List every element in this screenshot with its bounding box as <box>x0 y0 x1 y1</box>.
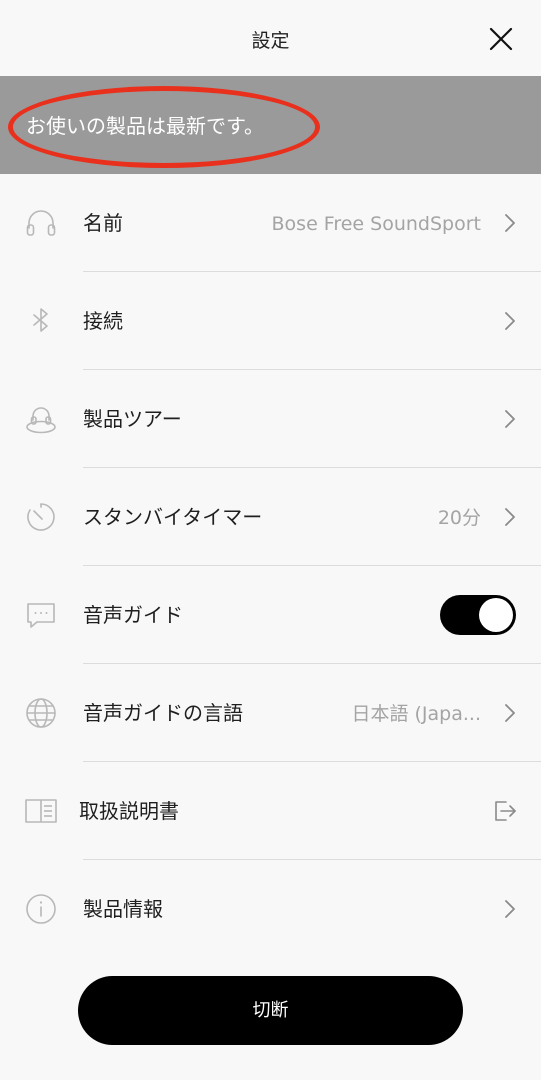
settings-row-label: 音声ガイドの言語 <box>83 701 243 725</box>
chevron-right-icon <box>505 508 515 526</box>
speech-bubble-icon <box>24 598 58 632</box>
settings-list: 名前 Bose Free SoundSport 接続 製品ツアー スタンバイタイ… <box>0 174 541 958</box>
close-icon <box>489 27 513 51</box>
settings-row-label: 取扱説明書 <box>79 799 179 823</box>
settings-row-standby-timer[interactable]: スタンバイタイマー 20分 <box>0 468 541 566</box>
settings-row-label: 製品情報 <box>83 897 163 921</box>
info-icon <box>24 892 58 926</box>
chevron-right-icon <box>505 214 515 232</box>
settings-row-label: スタンバイタイマー <box>83 505 263 529</box>
chevron-right-icon <box>505 704 515 722</box>
book-icon <box>24 794 58 828</box>
chevron-right-icon <box>505 900 515 918</box>
product-tour-icon <box>24 402 58 436</box>
settings-row-value: 日本語 (Japa... <box>351 703 481 725</box>
update-status-banner: お使いの製品は最新です。 <box>0 76 541 174</box>
settings-row-owners-guide[interactable]: 取扱説明書 <box>0 762 541 860</box>
header: 設定 <box>0 0 541 76</box>
settings-row-value: 20分 <box>437 507 481 529</box>
settings-row-voice-prompts: 音声ガイド <box>0 566 541 664</box>
page-title: 設定 <box>251 30 290 52</box>
timer-icon <box>24 500 58 534</box>
bluetooth-icon <box>24 304 58 338</box>
chevron-right-icon <box>505 312 515 330</box>
settings-row-product-tour[interactable]: 製品ツアー <box>0 370 541 468</box>
settings-row-label: 接続 <box>83 309 123 333</box>
settings-row-label: 名前 <box>83 211 123 235</box>
settings-row-product-info[interactable]: 製品情報 <box>0 860 541 958</box>
settings-row-connection[interactable]: 接続 <box>0 272 541 370</box>
settings-row-voice-language[interactable]: 音声ガイドの言語 日本語 (Japa... <box>0 664 541 762</box>
close-button[interactable] <box>486 24 516 54</box>
settings-row-label: 音声ガイド <box>83 603 183 627</box>
toggle-knob <box>479 598 513 632</box>
chevron-right-icon <box>505 410 515 428</box>
settings-row-label: 製品ツアー <box>83 407 182 431</box>
external-link-icon <box>495 801 516 821</box>
headphones-icon <box>24 206 58 240</box>
settings-row-name[interactable]: 名前 Bose Free SoundSport <box>0 174 541 272</box>
settings-row-value: Bose Free SoundSport <box>271 213 481 235</box>
disconnect-button[interactable]: 切断 <box>78 976 463 1045</box>
globe-icon <box>24 696 58 730</box>
update-status-text: お使いの製品は最新です。 <box>26 114 264 138</box>
voice-prompts-toggle[interactable] <box>440 595 516 635</box>
